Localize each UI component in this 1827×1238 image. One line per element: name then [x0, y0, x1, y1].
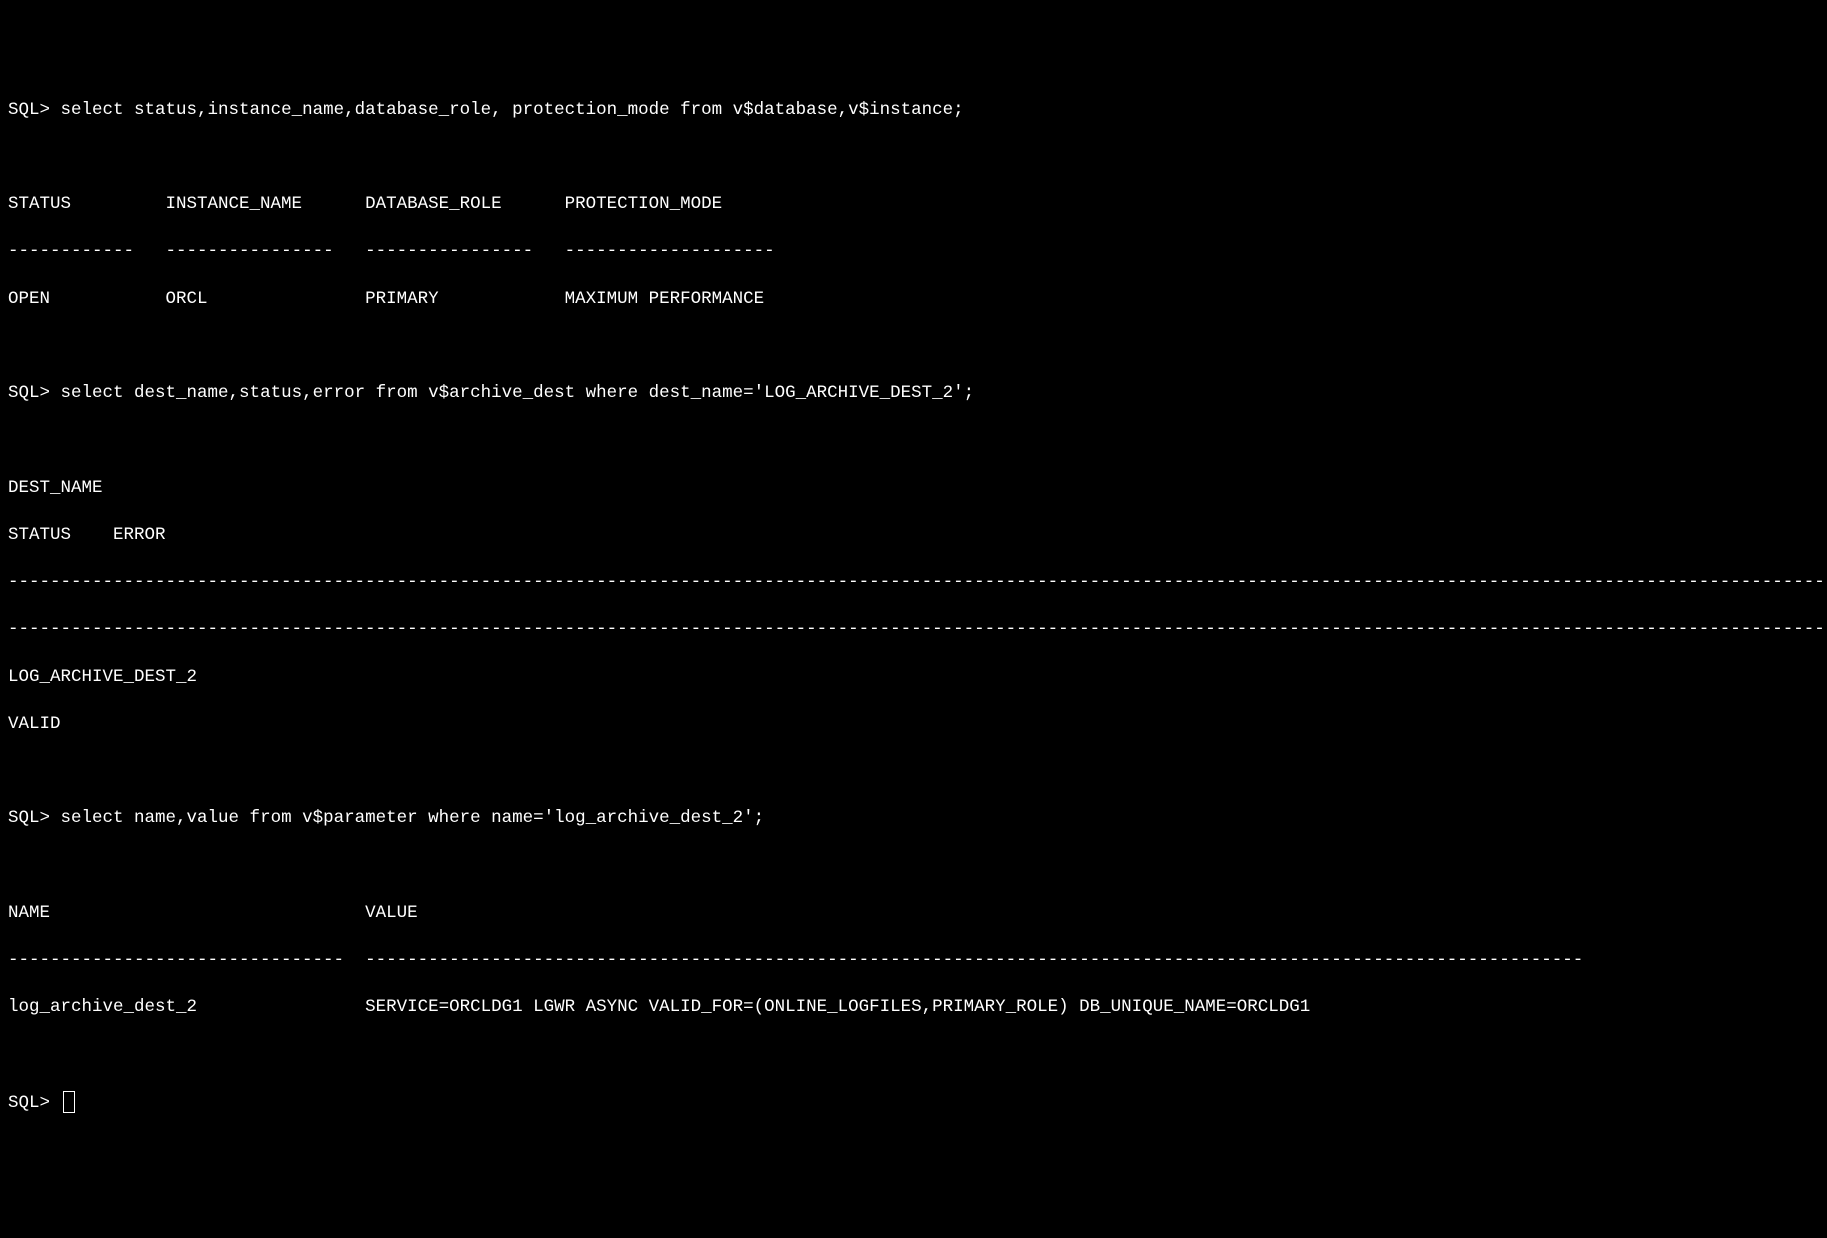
q3-v-value: SERVICE=ORCLDG1 LGWR ASYNC VALID_FOR=(ON… — [365, 997, 1310, 1017]
q1-v-role: PRIMARY — [365, 289, 439, 309]
q3-h-name: NAME — [8, 903, 50, 923]
blank — [8, 335, 1819, 359]
blank — [8, 146, 1819, 170]
q1-h-prot: PROTECTION_MODE — [565, 194, 723, 214]
q3-v-name: log_archive_dest_2 — [8, 997, 197, 1017]
q2-sep1: ----------------------------------------… — [8, 571, 1819, 595]
prompt-final[interactable]: SQL> — [8, 1091, 1819, 1116]
q1-v-prot: MAXIMUM PERFORMANCE — [565, 289, 765, 309]
q1-h-status: STATUS — [8, 194, 71, 214]
q3-cmd-line: SQL> select name,value from v$parameter … — [8, 807, 1819, 831]
q1-row: OPEN ORCL PRIMARY MAXIMUM PERFORMANCE — [8, 288, 1819, 312]
cursor-icon — [63, 1091, 75, 1113]
q3-cmd: select name,value from v$parameter where… — [61, 808, 765, 828]
q2-h-error: ERROR — [113, 525, 166, 545]
q1-h-instance: INSTANCE_NAME — [166, 194, 303, 214]
sql-prompt: SQL> — [8, 100, 50, 120]
blank — [8, 1044, 1819, 1068]
q2-hdr1: DEST_NAME — [8, 477, 1819, 501]
q3-row: log_archive_dest_2 SERVICE=ORCLDG1 LGWR … — [8, 996, 1819, 1020]
q3-h-value: VALUE — [365, 903, 418, 923]
blank — [8, 855, 1819, 879]
sql-prompt: SQL> — [8, 383, 50, 403]
q1-cmd: select status,instance_name,database_rol… — [61, 100, 964, 120]
q2-sep2: ----------------------------------------… — [8, 618, 1819, 642]
q3-sep: -------------------------------- -------… — [8, 949, 1819, 973]
q1-h-role: DATABASE_ROLE — [365, 194, 502, 214]
q2-row1: LOG_ARCHIVE_DEST_2 — [8, 666, 1819, 690]
blank — [8, 429, 1819, 453]
q1-v-instance: ORCL — [166, 289, 208, 309]
q2-hdr2: STATUS ERROR — [8, 524, 1819, 548]
q2-cmd: select dest_name,status,error from v$arc… — [61, 383, 975, 403]
q1-header: STATUS INSTANCE_NAME DATABASE_ROLE PROTE… — [8, 193, 1819, 217]
q2-row2: VALID — [8, 713, 1819, 737]
blank — [8, 760, 1819, 784]
q1-sep: ------------ ---------------- ----------… — [8, 240, 1819, 264]
q1-cmd-line: SQL> select status,instance_name,databas… — [8, 99, 1819, 123]
q2-cmd-line: SQL> select dest_name,status,error from … — [8, 382, 1819, 406]
sql-prompt: SQL> — [8, 1093, 50, 1113]
q2-h-status: STATUS — [8, 525, 71, 545]
q1-v-status: OPEN — [8, 289, 50, 309]
q3-header: NAME VALUE — [8, 902, 1819, 926]
sql-prompt: SQL> — [8, 808, 50, 828]
